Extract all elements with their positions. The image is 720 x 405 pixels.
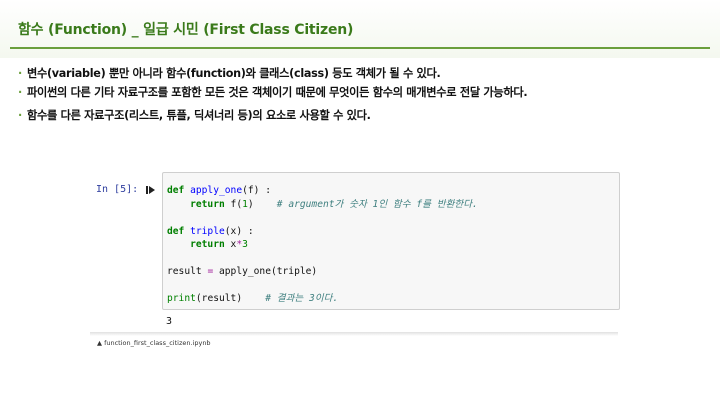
cell-shadow: [90, 332, 618, 336]
bullet-dot-icon: ·: [18, 109, 22, 122]
title-bar: 함수 (Function) _ 일급 시민 (First Class Citiz…: [0, 0, 720, 58]
bullet-item: · 함수를 다른 자료구조(리스트, 튜플, 딕셔너리 등)의 요소로 사용할 수…: [18, 109, 371, 122]
code-block: def apply_one(f) : return f(1) # argumen…: [167, 185, 478, 304]
bullet-dot-icon: ·: [18, 86, 22, 99]
file-caption: ▲ function_first_class_citizen.ipynb: [97, 339, 211, 347]
title-divider: [10, 47, 710, 49]
code-editor[interactable]: def apply_one(f) : return f(1) # argumen…: [162, 172, 620, 310]
notebook-cell[interactable]: In [5]: def apply_one(f) : return f(1) #…: [90, 172, 620, 336]
slide-title: 함수 (Function) _ 일급 시민 (First Class Citiz…: [18, 22, 354, 38]
bullet-dot-icon: ·: [18, 67, 22, 80]
bullet-list: · 변수(variable) 뿐만 아니라 함수(function)와 클래스(c…: [18, 66, 708, 127]
play-icon[interactable]: [146, 184, 156, 196]
bullet-item: · 변수(variable) 뿐만 아니라 함수(function)와 클래스(c…: [18, 67, 441, 80]
bullet-item: · 파이썬의 다른 기타 자료구조를 포함한 모든 것은 객체이기 때문에 무엇이…: [18, 86, 528, 99]
cell-output: 3: [166, 316, 173, 327]
cell-prompt: In [5]:: [96, 184, 139, 195]
